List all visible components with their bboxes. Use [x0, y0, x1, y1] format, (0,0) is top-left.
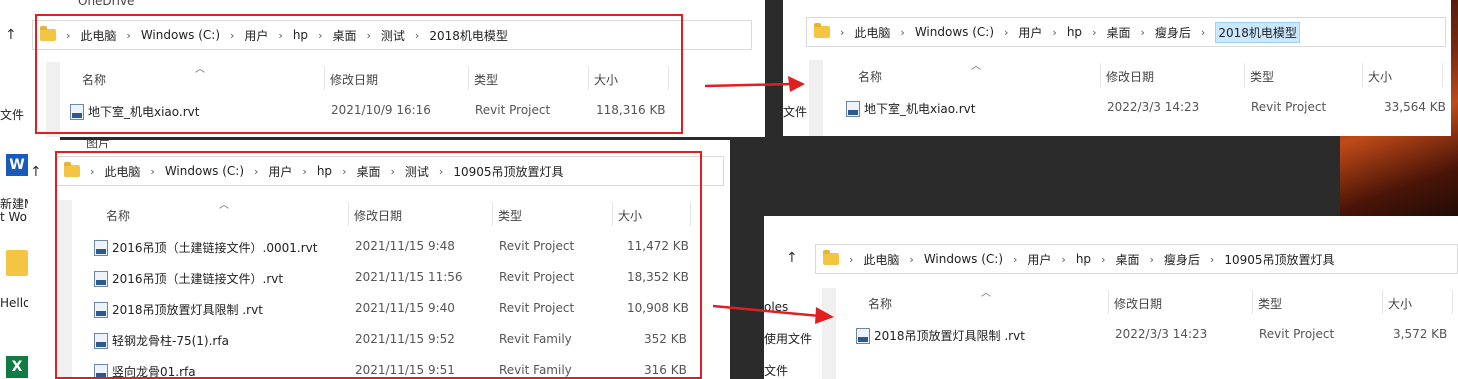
column-date[interactable]: 修改日期 — [1106, 68, 1154, 85]
nav-item-label[interactable]: 文件 — [0, 106, 24, 123]
nav-item-label[interactable]: 使用文件 — [764, 330, 812, 347]
nav-pane-edge — [809, 60, 823, 136]
up-arrow-icon[interactable]: ↑ — [5, 27, 17, 43]
column-size[interactable]: 大小 — [1388, 295, 1412, 312]
column-divider[interactable] — [1252, 290, 1253, 314]
column-divider[interactable] — [1442, 63, 1443, 87]
explorer-window-slim-10905: ↑ › 此电脑 › Windows (C:) › 用户 › hp › 桌面 › 瘦身后 › 1… — [764, 216, 1458, 379]
crumb-item[interactable]: 用户 — [1027, 251, 1051, 268]
word-icon[interactable]: W — [6, 154, 28, 176]
crumb-item[interactable]: 10905吊顶放置灯具 — [1224, 251, 1334, 268]
up-arrow-icon[interactable]: ↑ — [786, 250, 798, 266]
folder-icon[interactable] — [6, 250, 28, 276]
column-divider[interactable] — [1244, 63, 1245, 87]
column-name[interactable]: 名称 — [858, 68, 882, 85]
rvt-file-icon — [846, 100, 860, 117]
file-date: 2022/3/3 14:23 — [1107, 100, 1200, 114]
crumb-item-selected[interactable]: 2018机电模型 — [1215, 21, 1300, 43]
column-divider[interactable] — [1382, 290, 1383, 314]
up-arrow-icon[interactable]: ↑ — [30, 164, 42, 180]
crumb-item[interactable]: 桌面 — [1115, 251, 1139, 268]
column-header: 名称 ︿ 修改日期 类型 大小 — [846, 288, 1458, 314]
annotation-arrow — [704, 76, 805, 92]
column-divider[interactable] — [1108, 290, 1109, 314]
file-row[interactable]: 地下室_机电xiao.rvt 2022/3/3 14:23 Revit Proj… — [836, 97, 1446, 119]
onedrive-label: OneDrive — [78, 0, 135, 8]
excel-icon[interactable]: X — [6, 356, 28, 378]
rvt-file-icon — [856, 327, 870, 344]
column-type[interactable]: 类型 — [1250, 68, 1274, 85]
file-name: 2018吊顶放置灯具限制 .rvt — [856, 327, 1025, 344]
crumb-item[interactable]: hp — [1076, 252, 1091, 266]
column-size[interactable]: 大小 — [1368, 68, 1392, 85]
file-date: 2022/3/3 14:23 — [1115, 327, 1208, 341]
highlight-box — [55, 151, 702, 379]
explorer-window-slim-2018: › 此电脑 › Windows (C:) › 用户 › hp › 桌面 › 瘦身后 › 201… — [783, 0, 1451, 136]
nav-item-label[interactable]: 文件 — [764, 362, 788, 379]
crumb-item[interactable]: 此电脑 — [863, 251, 899, 268]
sort-caret-icon: ︿ — [971, 61, 981, 72]
sort-caret-icon: ︿ — [981, 288, 991, 299]
annotation-arrow — [712, 304, 834, 324]
file-type: Revit Project — [1251, 100, 1327, 114]
crumb-item[interactable]: Windows (C:) — [924, 252, 1003, 266]
column-date[interactable]: 修改日期 — [1114, 295, 1162, 312]
highlight-box — [35, 14, 683, 134]
file-size: 3,572 KB — [1393, 327, 1448, 341]
breadcrumb: › 此电脑 › Windows (C:) › 用户 › hp › 桌面 › 瘦身后 › 201… — [838, 21, 1300, 43]
crumb-item[interactable]: 桌面 — [1106, 24, 1130, 41]
nav-item-label[interactable]: 文件 — [783, 103, 807, 120]
folder-icon — [814, 23, 830, 38]
address-bar[interactable]: › 此电脑 › Windows (C:) › 用户 › hp › 桌面 › 瘦身后 › 109… — [815, 244, 1458, 274]
file-type: Revit Project — [1259, 327, 1335, 341]
column-name[interactable]: 名称 — [868, 295, 892, 312]
column-divider[interactable] — [1362, 63, 1363, 87]
crumb-item[interactable]: 瘦身后 — [1164, 251, 1200, 268]
folder-icon — [823, 250, 839, 265]
address-bar[interactable]: › 此电脑 › Windows (C:) › 用户 › hp › 桌面 › 瘦身后 › 201… — [806, 17, 1446, 47]
file-name: 地下室_机电xiao.rvt — [846, 100, 975, 117]
file-size: 33,564 KB — [1384, 100, 1446, 114]
column-divider[interactable] — [1100, 63, 1101, 87]
crumb-item[interactable]: Windows (C:) — [915, 25, 994, 39]
pictures-label: 图片 — [86, 140, 111, 150]
file-row[interactable]: 2018吊顶放置灯具限制 .rvt 2022/3/3 14:23 Revit P… — [846, 324, 1458, 346]
crumb-item[interactable]: 瘦身后 — [1155, 24, 1191, 41]
desktop-label: Hello — [0, 296, 31, 310]
breadcrumb: › 此电脑 › Windows (C:) › 用户 › hp › 桌面 › 瘦身后 › 109… — [849, 251, 1335, 268]
crumb-item[interactable]: 用户 — [1018, 24, 1042, 41]
crumb-item[interactable]: 此电脑 — [854, 24, 890, 41]
column-header: 名称 ︿ 修改日期 类型 大小 — [836, 61, 1446, 87]
column-type[interactable]: 类型 — [1258, 295, 1282, 312]
column-divider[interactable] — [1452, 290, 1453, 314]
crumb-item[interactable]: hp — [1067, 25, 1082, 39]
